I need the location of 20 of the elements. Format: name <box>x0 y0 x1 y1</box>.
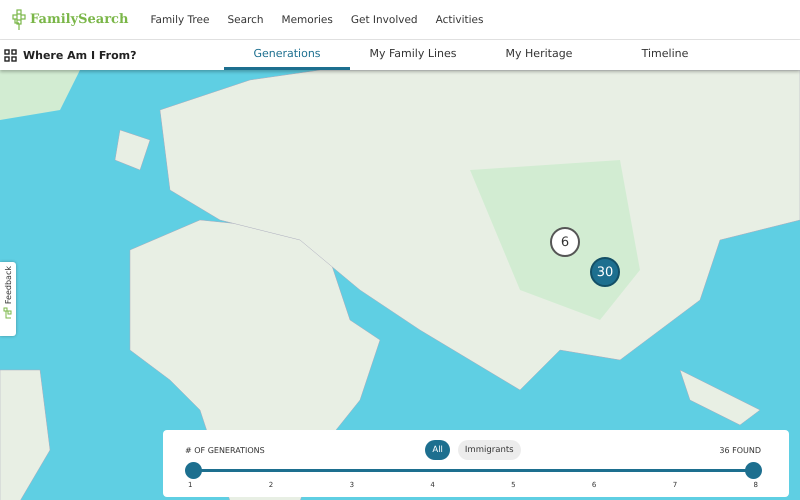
generations-label: # OF GENERATIONS <box>185 446 265 454</box>
tree-logo-icon <box>12 8 28 30</box>
filter-chip[interactable]: Immigrants <box>458 440 521 460</box>
feedback-tab[interactable]: Feedback <box>0 262 16 336</box>
slider-track[interactable] <box>185 462 761 479</box>
tree-icon <box>3 307 13 320</box>
nav-link[interactable]: Get Involved <box>350 14 418 26</box>
filter-chip[interactable]: All <box>425 440 450 460</box>
nav-link[interactable]: Memories <box>282 14 333 26</box>
page-title: Where Am I From? <box>23 48 137 62</box>
slider-thumb[interactable] <box>185 462 202 479</box>
nav-link[interactable]: Activities <box>436 14 484 26</box>
nav-link[interactable]: Family Tree <box>150 14 210 26</box>
found-count: 36 FOUND <box>719 446 761 454</box>
tab[interactable]: My Heritage <box>476 40 602 70</box>
tab[interactable]: My Family Lines <box>350 40 476 70</box>
slider-thumb[interactable] <box>745 462 762 479</box>
grid-icon[interactable] <box>4 48 17 62</box>
tab[interactable]: Timeline <box>602 40 728 70</box>
nav-link[interactable]: Search <box>227 14 264 26</box>
